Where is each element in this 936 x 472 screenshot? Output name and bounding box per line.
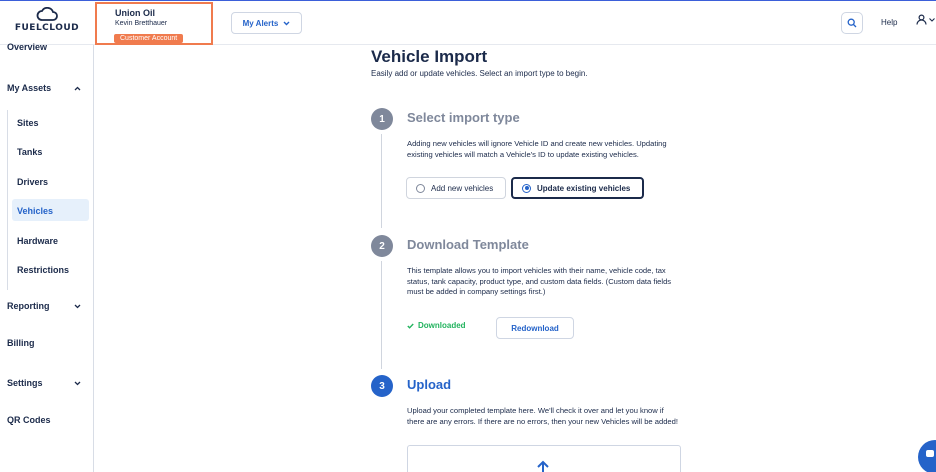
account-switcher[interactable]: Union Oil Kevin Bretthauer Customer Acco… [95, 2, 213, 45]
step-1-number: 1 [371, 108, 393, 130]
chevron-down-icon [74, 381, 81, 385]
sidebar-item-hardware[interactable]: Hardware [12, 229, 89, 251]
sub-nav-rail [7, 110, 8, 290]
step-2-title: Download Template [407, 237, 529, 252]
help-link[interactable]: Help [881, 18, 897, 27]
sidebar-item-label: My Assets [7, 83, 52, 93]
search-button[interactable] [841, 12, 863, 34]
radio-add-new-vehicles[interactable]: Add new vehicles [406, 177, 506, 199]
step-3-title: Upload [407, 377, 452, 392]
chevron-down-icon [283, 21, 290, 25]
sidebar-item-qr-codes[interactable]: QR Codes [7, 415, 51, 425]
page-subtitle: Easily add or update vehicles. Select an… [371, 69, 588, 78]
sidebar-item-sites[interactable]: Sites [12, 111, 89, 133]
page-title: Vehicle Import [371, 47, 488, 66]
radio-update-existing-vehicles[interactable]: Update existing vehicles [511, 177, 644, 199]
search-icon [847, 18, 857, 28]
sidebar-item-overview[interactable]: Overview [7, 42, 47, 52]
download-status-label: Downloaded [418, 321, 466, 330]
sidebar-item-label: Settings [7, 378, 43, 388]
upload-arrow-icon [537, 460, 549, 472]
step-3-description: Upload your completed template here. We'… [407, 406, 678, 426]
step-2-description: This template allows you to import vehic… [407, 266, 672, 297]
sidebar-item-vehicles[interactable]: Vehicles [12, 199, 89, 221]
sidebar-item-my-assets[interactable]: My Assets [7, 83, 87, 93]
radio-label: Add new vehicles [431, 183, 494, 193]
sidebar-item-label: Reporting [7, 301, 50, 311]
download-status: Downloaded [407, 321, 466, 330]
sidebar-item-billing[interactable]: Billing [7, 338, 35, 348]
sidebar-item-reporting[interactable]: Reporting [7, 301, 87, 311]
sidebar-item-drivers[interactable]: Drivers [12, 170, 89, 192]
radio-label: Update existing vehicles [537, 183, 631, 193]
upload-dropzone[interactable] [407, 445, 681, 472]
sidebar-item-tanks[interactable]: Tanks [12, 140, 89, 162]
account-company: Union Oil [115, 8, 155, 18]
step-1-title: Select import type [407, 110, 520, 125]
redownload-button[interactable]: Redownload [496, 317, 574, 339]
my-alerts-dropdown[interactable]: My Alerts [231, 12, 302, 34]
step-3-number: 3 [371, 375, 393, 397]
sidebar-item-settings[interactable]: Settings [7, 378, 87, 388]
cloud-icon [36, 7, 58, 21]
step-2-number: 2 [371, 235, 393, 257]
sidebar-item-restrictions[interactable]: Restrictions [12, 258, 89, 280]
my-alerts-label: My Alerts [242, 18, 279, 28]
fuelcloud-logo[interactable]: FUELCLOUD [12, 7, 82, 33]
chevron-down-icon [74, 304, 81, 308]
user-menu[interactable] [916, 14, 935, 25]
step-2-rail [381, 261, 382, 369]
main-content: Vehicle Import Easily add or update vehi… [95, 46, 936, 472]
user-icon [916, 14, 927, 25]
radio-selected-icon [522, 183, 531, 193]
step-1-description: Adding new vehicles will ignore Vehicle … [407, 139, 667, 159]
radio-circle-icon [416, 183, 425, 193]
top-bar: FUELCLOUD Union Oil Kevin Bretthauer Cus… [0, 0, 936, 45]
chevron-down-icon [929, 17, 935, 22]
account-user: Kevin Bretthauer [115, 20, 168, 27]
chevron-up-icon [74, 86, 81, 90]
step-1-rail [381, 134, 382, 228]
account-type-badge: Customer Account [114, 34, 184, 43]
logo-text: FUELCLOUD [14, 23, 80, 33]
sidebar: Overview My Assets Sites Tanks Drivers V… [0, 42, 94, 472]
checkmark-icon [407, 323, 414, 329]
